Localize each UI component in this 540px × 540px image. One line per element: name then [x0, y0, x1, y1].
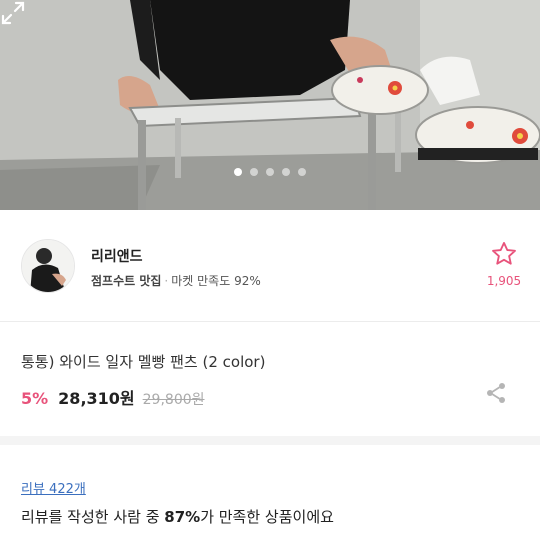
review-count-link[interactable]: 리뷰 422개	[21, 478, 86, 497]
carousel-dot[interactable]	[234, 168, 242, 176]
carousel-dot[interactable]	[266, 168, 274, 176]
discount-rate: 5%	[21, 389, 49, 408]
review-text-after: 가 만족한 상품이에요	[200, 508, 334, 526]
product-image-carousel[interactable]	[0, 0, 540, 210]
market-satisfaction: 마켓 만족도 92%	[171, 274, 261, 288]
product-section: 통통) 와이드 일자 멜빵 팬츠 (2 color) 5% 28,310원 29…	[0, 323, 540, 445]
seller-info: 점프수트 맛집 · 마켓 만족도 92%	[91, 272, 261, 289]
price-row: 5% 28,310원 29,800원	[21, 385, 205, 409]
review-text-before: 리뷰를 작성한 사람 중	[21, 508, 165, 526]
carousel-dot[interactable]	[298, 168, 306, 176]
share-icon[interactable]	[484, 381, 508, 405]
sale-price: 28,310원	[58, 389, 135, 408]
seller-tag: 점프수트 맛집	[91, 274, 162, 288]
carousel-dot[interactable]	[250, 168, 258, 176]
seller-logo	[22, 240, 74, 292]
favorite-count: 1,905	[486, 274, 522, 288]
product-title: 통통) 와이드 일자 멜빵 팬츠 (2 color)	[21, 353, 266, 371]
original-price: 29,800원	[142, 392, 205, 408]
expand-icon[interactable]	[0, 0, 26, 26]
separator: ·	[164, 274, 169, 288]
product-photo	[0, 0, 540, 210]
star-outline-icon	[492, 241, 516, 265]
seller-avatar[interactable]	[21, 239, 75, 293]
seller-section: 리리앤드 점프수트 맛집 · 마켓 만족도 92% 1,905	[0, 210, 540, 322]
satisfaction-percent: 87%	[164, 508, 201, 526]
carousel-dot[interactable]	[282, 168, 290, 176]
carousel-indicator	[0, 168, 540, 176]
review-summary: 리뷰를 작성한 사람 중 87%가 만족한 상품이에요	[21, 506, 334, 527]
review-section: 리뷰 422개 리뷰를 작성한 사람 중 87%가 만족한 상품이에요	[0, 454, 540, 540]
seller-name[interactable]: 리리앤드	[91, 246, 143, 266]
favorite-button[interactable]: 1,905	[484, 240, 524, 288]
